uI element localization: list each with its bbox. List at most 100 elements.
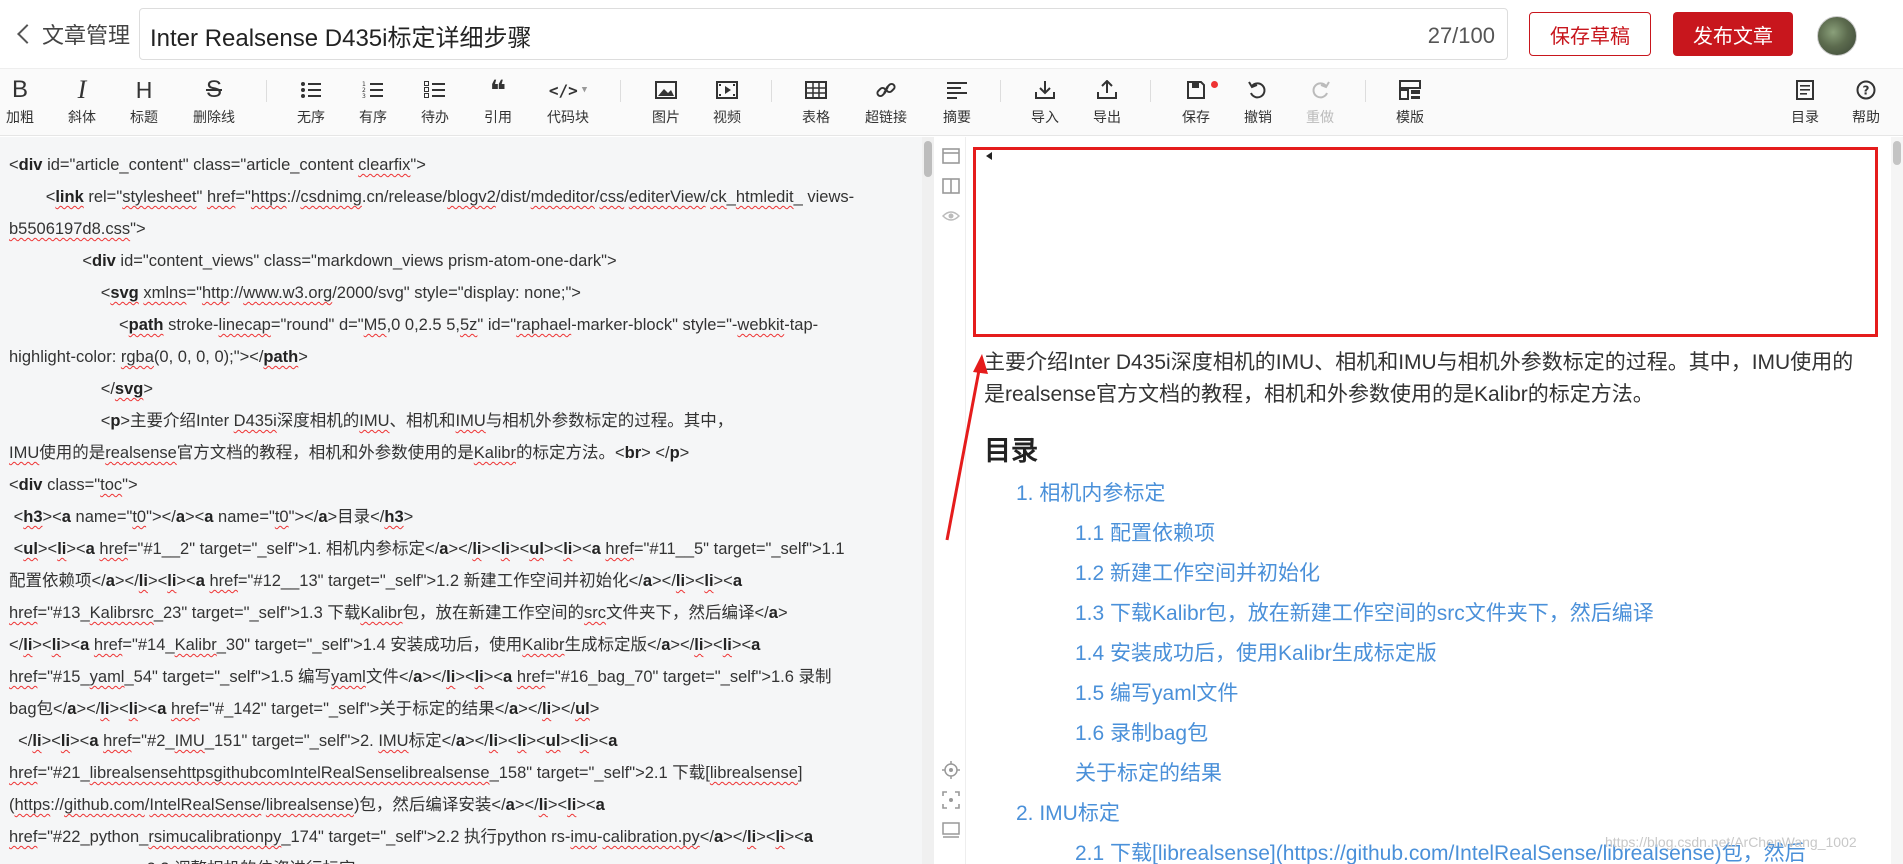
code-text: ><	[756, 828, 776, 846]
code-text: webkit	[737, 316, 785, 334]
summary-icon	[946, 75, 968, 105]
code-text: editerView	[628, 188, 706, 206]
html-tag-name: li	[675, 572, 686, 590]
code-text: 文件</	[365, 668, 414, 686]
markdown-editor[interactable]: <div id="article_content" class="article…	[0, 137, 922, 864]
html-tag-name: svg	[110, 284, 139, 302]
split-view-mode-icon[interactable]	[942, 177, 960, 195]
back-to-article-manage[interactable]: 文章管理	[14, 18, 130, 50]
import-button[interactable]: 导入	[1029, 75, 1061, 133]
table-label: 表格	[802, 109, 830, 125]
todo-list-button[interactable]: 待办	[419, 75, 451, 133]
undo-button[interactable]: 撤销	[1242, 75, 1274, 133]
code-text: 生成标定版</	[564, 636, 662, 654]
todo-list-label: 待办	[421, 109, 449, 125]
quote-button[interactable]: ❝ 引用	[482, 75, 514, 133]
unordered-list-icon	[300, 75, 322, 105]
code-text: M5	[363, 316, 387, 334]
toc-link[interactable]: 1.6 录制bag包	[1075, 717, 1208, 747]
toc-link[interactable]: 1.4 安装成功后，使用Kalibr生成标定版	[1075, 637, 1437, 667]
editor-only-mode-icon[interactable]	[942, 147, 960, 165]
editor-toolbar: B 加粗 I 斜体 H 标题 S 删除线 无序 123 有序 待办 ❝ 引用 <…	[0, 68, 1903, 136]
code-text: </	[9, 732, 33, 750]
keyboard-icon[interactable]	[942, 821, 960, 839]
toc-link[interactable]: 1.2 新建工作空间并初始化	[1075, 557, 1320, 587]
hyperlink-button[interactable]: 超链接	[862, 75, 910, 133]
preview-scrollbar[interactable]	[1891, 137, 1903, 864]
table-button[interactable]: 表格	[800, 75, 832, 133]
code-text: >	[679, 444, 690, 462]
bold-button[interactable]: B 加粗	[4, 75, 36, 133]
video-button[interactable]: 视频	[711, 75, 743, 133]
code-text: Kalibr	[473, 444, 516, 462]
image-button[interactable]: 图片	[650, 75, 682, 133]
code-text: Kalibr	[174, 636, 217, 654]
toc-button[interactable]: 目录	[1789, 75, 1821, 133]
html-tag-name: path	[263, 348, 299, 366]
preview-scroll-thumb[interactable]	[1893, 141, 1901, 165]
save-button[interactable]: 保存	[1180, 75, 1218, 133]
heading-button[interactable]: H 标题	[128, 75, 160, 133]
code-text: clearfix	[358, 156, 411, 174]
code-text: ><	[147, 572, 168, 590]
code-text: _174" target="_self">2.2 执行python rs-	[281, 828, 571, 846]
editor-scrollbar[interactable]	[922, 137, 934, 864]
code-text: ><	[703, 636, 723, 654]
html-tag-name: a	[175, 508, 185, 526]
bold-icon: B	[11, 76, 28, 103]
template-button[interactable]: 模版	[1394, 75, 1426, 133]
html-tag-name: a	[732, 572, 742, 590]
fullscreen-icon[interactable]	[942, 791, 960, 809]
code-block-button[interactable]: </> ▼ 代码块	[544, 75, 592, 133]
editor-line: bag包</a></li><li><a href="#_142" target=…	[9, 693, 904, 725]
save-draft-button[interactable]: 保存草稿	[1529, 12, 1651, 56]
template-icon	[1399, 75, 1421, 105]
quote-icon: ❝	[489, 74, 507, 106]
preview-only-mode-icon[interactable]	[942, 207, 960, 225]
strikethrough-button[interactable]: S 删除线	[190, 75, 238, 133]
code-text: " style="display: none;">	[403, 284, 581, 302]
toc-link[interactable]: 1.1 配置依赖项	[1075, 517, 1215, 547]
html-tag-name: li	[567, 796, 577, 814]
code-text: http	[201, 284, 230, 302]
code-glyph: </>	[548, 80, 578, 100]
html-tag-name: li	[775, 828, 785, 846]
editor-source-text[interactable]: <div id="article_content" class="article…	[9, 149, 904, 864]
code-text: ="#2_	[131, 732, 175, 750]
html-tag-name: a	[803, 828, 814, 846]
code-text: Kalibrsrc	[89, 604, 154, 622]
code-text: ><	[588, 732, 609, 750]
editor-line: 2.3 调整相机的位姿进行标定	[9, 853, 904, 864]
redo-button[interactable]: 重做	[1304, 75, 1336, 133]
editor-line: <ul><li><a href="#1__2" target="_self">1…	[9, 533, 904, 565]
editor-line: href="#21_librealsensehttpsgithubcomInte…	[9, 757, 904, 789]
avatar[interactable]	[1817, 16, 1857, 56]
export-button[interactable]: 导出	[1091, 75, 1123, 133]
code-text: toc	[100, 476, 123, 494]
toc-link[interactable]: 1.3 下载Kalibr包，放在新建工作空间的src文件夹下，然后编译	[1075, 597, 1654, 627]
unordered-list-button[interactable]: 无序	[295, 75, 327, 133]
toc-link[interactable]: 1. 相机内参标定	[1016, 477, 1165, 507]
sync-scroll-icon[interactable]	[942, 761, 960, 779]
toc-link[interactable]: 1.5 编写yaml文件	[1075, 677, 1238, 707]
code-text: ="	[235, 188, 251, 206]
code-text: ><	[685, 572, 705, 590]
editor-scroll-thumb[interactable]	[924, 141, 932, 177]
code-text: 2.3 调整相机的位姿进行标定	[9, 860, 356, 864]
code-text: ="#21_	[37, 764, 90, 782]
summary-button[interactable]: 摘要	[941, 75, 973, 133]
help-button[interactable]: ? 帮助	[1850, 75, 1882, 133]
toc-link[interactable]: 2. IMU标定	[1016, 797, 1120, 827]
italic-button[interactable]: I 斜体	[66, 75, 98, 133]
html-tag-name: a	[85, 540, 95, 558]
code-text: htmledit	[735, 188, 794, 206]
ordered-list-button[interactable]: 123 有序	[357, 75, 389, 133]
article-title-input[interactable]	[150, 19, 1330, 51]
toc-link[interactable]: 关于标定的结果	[1075, 757, 1222, 787]
html-tag-name: li	[51, 636, 61, 654]
code-text: ><	[70, 732, 90, 750]
html-tag-name: link	[55, 188, 84, 206]
publish-article-button[interactable]: 发布文章	[1673, 12, 1793, 56]
help-label: 帮助	[1852, 109, 1880, 125]
template-label: 模版	[1396, 109, 1424, 125]
